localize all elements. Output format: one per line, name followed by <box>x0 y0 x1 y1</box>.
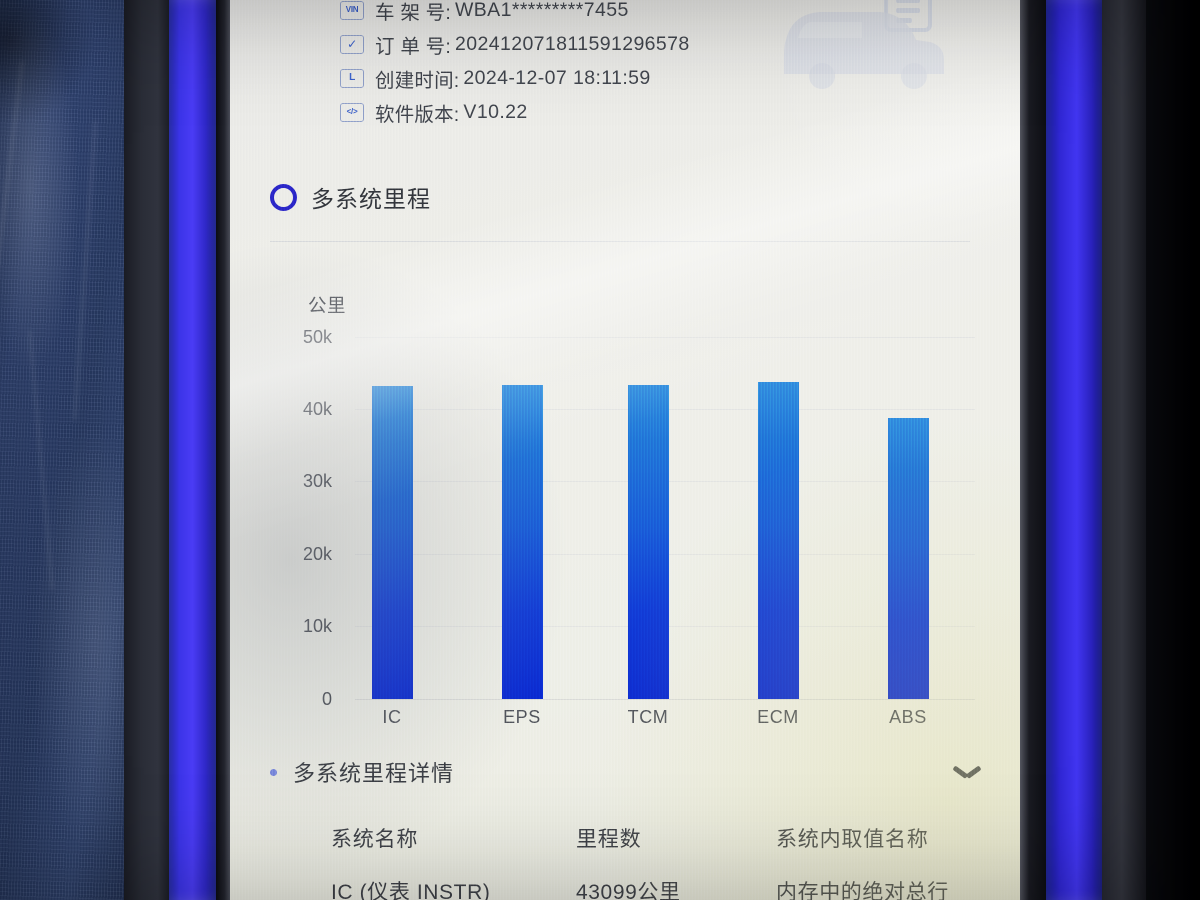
y-tick-30k: 30k <box>302 471 332 491</box>
tablet-rim-right <box>1046 0 1102 900</box>
bar-ic[interactable] <box>372 386 413 699</box>
cell-value-name: 内存中的绝对总行 <box>776 881 949 900</box>
bar-eps[interactable] <box>502 385 543 699</box>
chart-y-axis-unit: 公里 <box>308 295 347 316</box>
chevron-down-icon[interactable] <box>954 765 980 779</box>
bar-tcm[interactable] <box>628 385 669 699</box>
mileage-details-toggle[interactable]: 多系统里程详情 <box>270 756 980 788</box>
tablet-inner-bezel-left <box>216 0 230 900</box>
gridline-50k <box>355 337 975 338</box>
tablet-bezel-right <box>1102 0 1146 900</box>
x-label-eps: EPS <box>503 707 541 727</box>
tablet-rim-left <box>169 0 216 900</box>
x-label-tcm: TCM <box>627 707 669 727</box>
y-tick-40k: 40k <box>302 399 332 419</box>
x-label-abs: ABS <box>889 707 927 727</box>
table-row[interactable]: IC (仪表 INSTR) 43099公里 内存中的绝对总行 <box>266 870 986 900</box>
dark-background-right <box>1146 0 1200 900</box>
y-tick-50k: 50k <box>302 327 332 347</box>
cell-system-name: IC (仪表 INSTR) <box>331 881 491 900</box>
bar-ecm[interactable] <box>758 382 799 699</box>
denim-fabric-background <box>0 0 124 900</box>
tablet-bezel-left <box>124 0 169 900</box>
axis-baseline <box>355 699 975 700</box>
details-title: 多系统里程详情 <box>293 761 455 786</box>
bar-abs[interactable] <box>888 418 929 699</box>
bullet-dot-icon <box>270 768 277 776</box>
photo-of-diagnostic-tablet: VIN 车 架 号: WBA1*********7455 ✓ 订 单 号: 20… <box>0 0 1200 900</box>
tablet-screen: VIN 车 架 号: WBA1*********7455 ✓ 订 单 号: 20… <box>230 0 1020 900</box>
y-tick-10k: 10k <box>302 616 332 636</box>
x-label-ic: IC <box>382 707 402 727</box>
table-header-row: 系统名称 里程数 系统内取值名称 <box>266 806 986 870</box>
tablet-inner-bezel-right <box>1020 0 1046 900</box>
y-tick-20k: 20k <box>302 544 332 564</box>
column-header-mileage: 里程数 <box>576 828 642 851</box>
mileage-details-table: 系统名称 里程数 系统内取值名称 IC (仪表 INSTR) 43099公里 内… <box>266 806 986 900</box>
x-label-ecm: ECM <box>757 707 799 727</box>
column-header-system-name: 系统名称 <box>331 828 419 851</box>
column-header-value-name: 系统内取值名称 <box>776 828 929 851</box>
y-tick-0: 0 <box>321 689 332 709</box>
cell-mileage: 43099公里 <box>576 881 681 900</box>
